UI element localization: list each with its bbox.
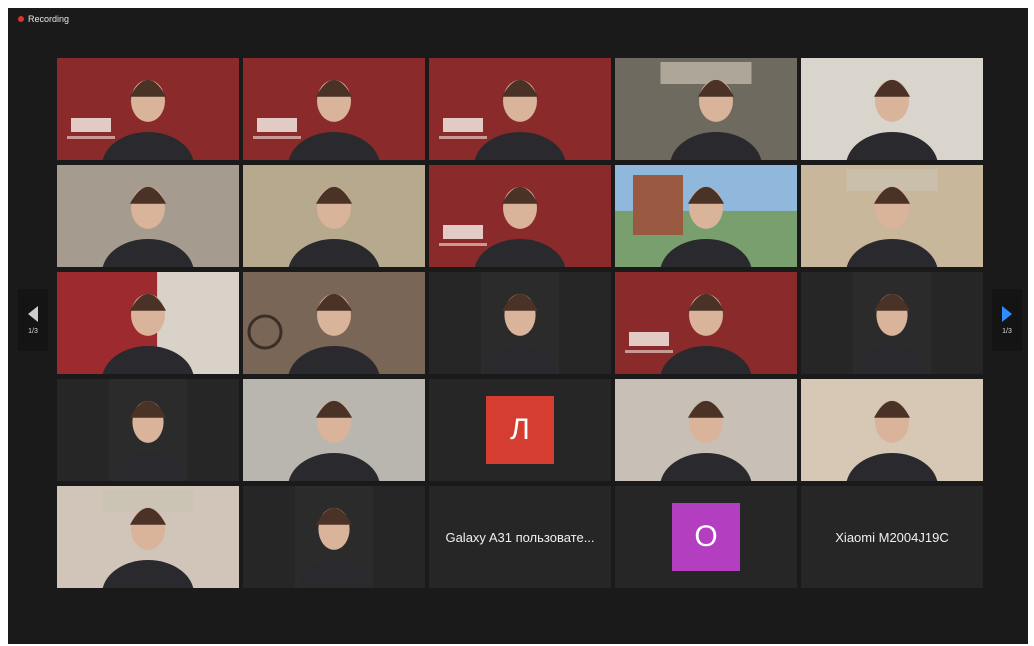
participant-tile[interactable] [243, 379, 425, 481]
participant-video [57, 165, 239, 267]
participant-tile[interactable] [243, 486, 425, 588]
participant-video [429, 58, 611, 160]
participant-video [243, 379, 425, 481]
page-indicator-left: 1/3 [28, 327, 38, 335]
participant-video [57, 486, 239, 588]
participant-avatar: Л [486, 396, 554, 464]
participant-tile[interactable] [429, 165, 611, 267]
previous-page-button[interactable]: 1/3 [18, 289, 48, 351]
participant-video [243, 58, 425, 160]
chevron-left-icon [28, 305, 38, 322]
participant-video [243, 272, 425, 374]
participant-video [615, 272, 797, 374]
participant-video [801, 379, 983, 481]
page-indicator-right: 1/3 [1002, 327, 1012, 335]
participant-tile[interactable] [801, 165, 983, 267]
chevron-right-icon [1002, 305, 1012, 322]
participant-tile[interactable] [615, 165, 797, 267]
video-gallery: Recording Л Galaxy A31 пользовате... О Xiao… [8, 8, 1028, 644]
recording-indicator: Recording [18, 14, 69, 24]
participant-video [109, 379, 187, 481]
participant-video [429, 165, 611, 267]
participant-video [57, 58, 239, 160]
participant-tile[interactable]: Xiaomi M2004J19C [801, 486, 983, 588]
recording-label: Recording [28, 14, 70, 24]
participant-tile[interactable] [429, 58, 611, 160]
participant-avatar: О [672, 503, 740, 571]
next-page-button[interactable]: 1/3 [992, 289, 1022, 351]
participant-video [295, 486, 373, 588]
participant-tile[interactable] [801, 379, 983, 481]
participant-name: Xiaomi M2004J19C [835, 529, 949, 545]
participant-video [615, 379, 797, 481]
participant-tile[interactable] [57, 486, 239, 588]
participant-tile[interactable] [57, 272, 239, 374]
participant-video [615, 58, 797, 160]
participant-video [853, 272, 931, 374]
participant-tile[interactable] [57, 58, 239, 160]
participant-video [801, 58, 983, 160]
participant-tile[interactable] [801, 272, 983, 374]
participant-tile[interactable] [615, 272, 797, 374]
participant-tile[interactable]: Л [429, 379, 611, 481]
participant-tile[interactable] [615, 58, 797, 160]
participant-tile[interactable] [57, 379, 239, 481]
participant-tile[interactable] [615, 379, 797, 481]
participant-tile[interactable] [429, 272, 611, 374]
participant-video [801, 165, 983, 267]
participant-tile[interactable] [801, 58, 983, 160]
participant-tile[interactable] [243, 165, 425, 267]
participant-video [243, 165, 425, 267]
participant-tile[interactable] [57, 165, 239, 267]
participant-tile[interactable] [243, 272, 425, 374]
participant-tile[interactable]: Galaxy A31 пользовате... [429, 486, 611, 588]
participant-video [615, 165, 797, 267]
participant-video [481, 272, 559, 374]
recording-dot-icon [18, 16, 24, 22]
participant-video [57, 272, 239, 374]
participant-tile[interactable] [243, 58, 425, 160]
participant-tile[interactable]: О [615, 486, 797, 588]
participant-name: Galaxy A31 пользовате... [445, 529, 595, 545]
